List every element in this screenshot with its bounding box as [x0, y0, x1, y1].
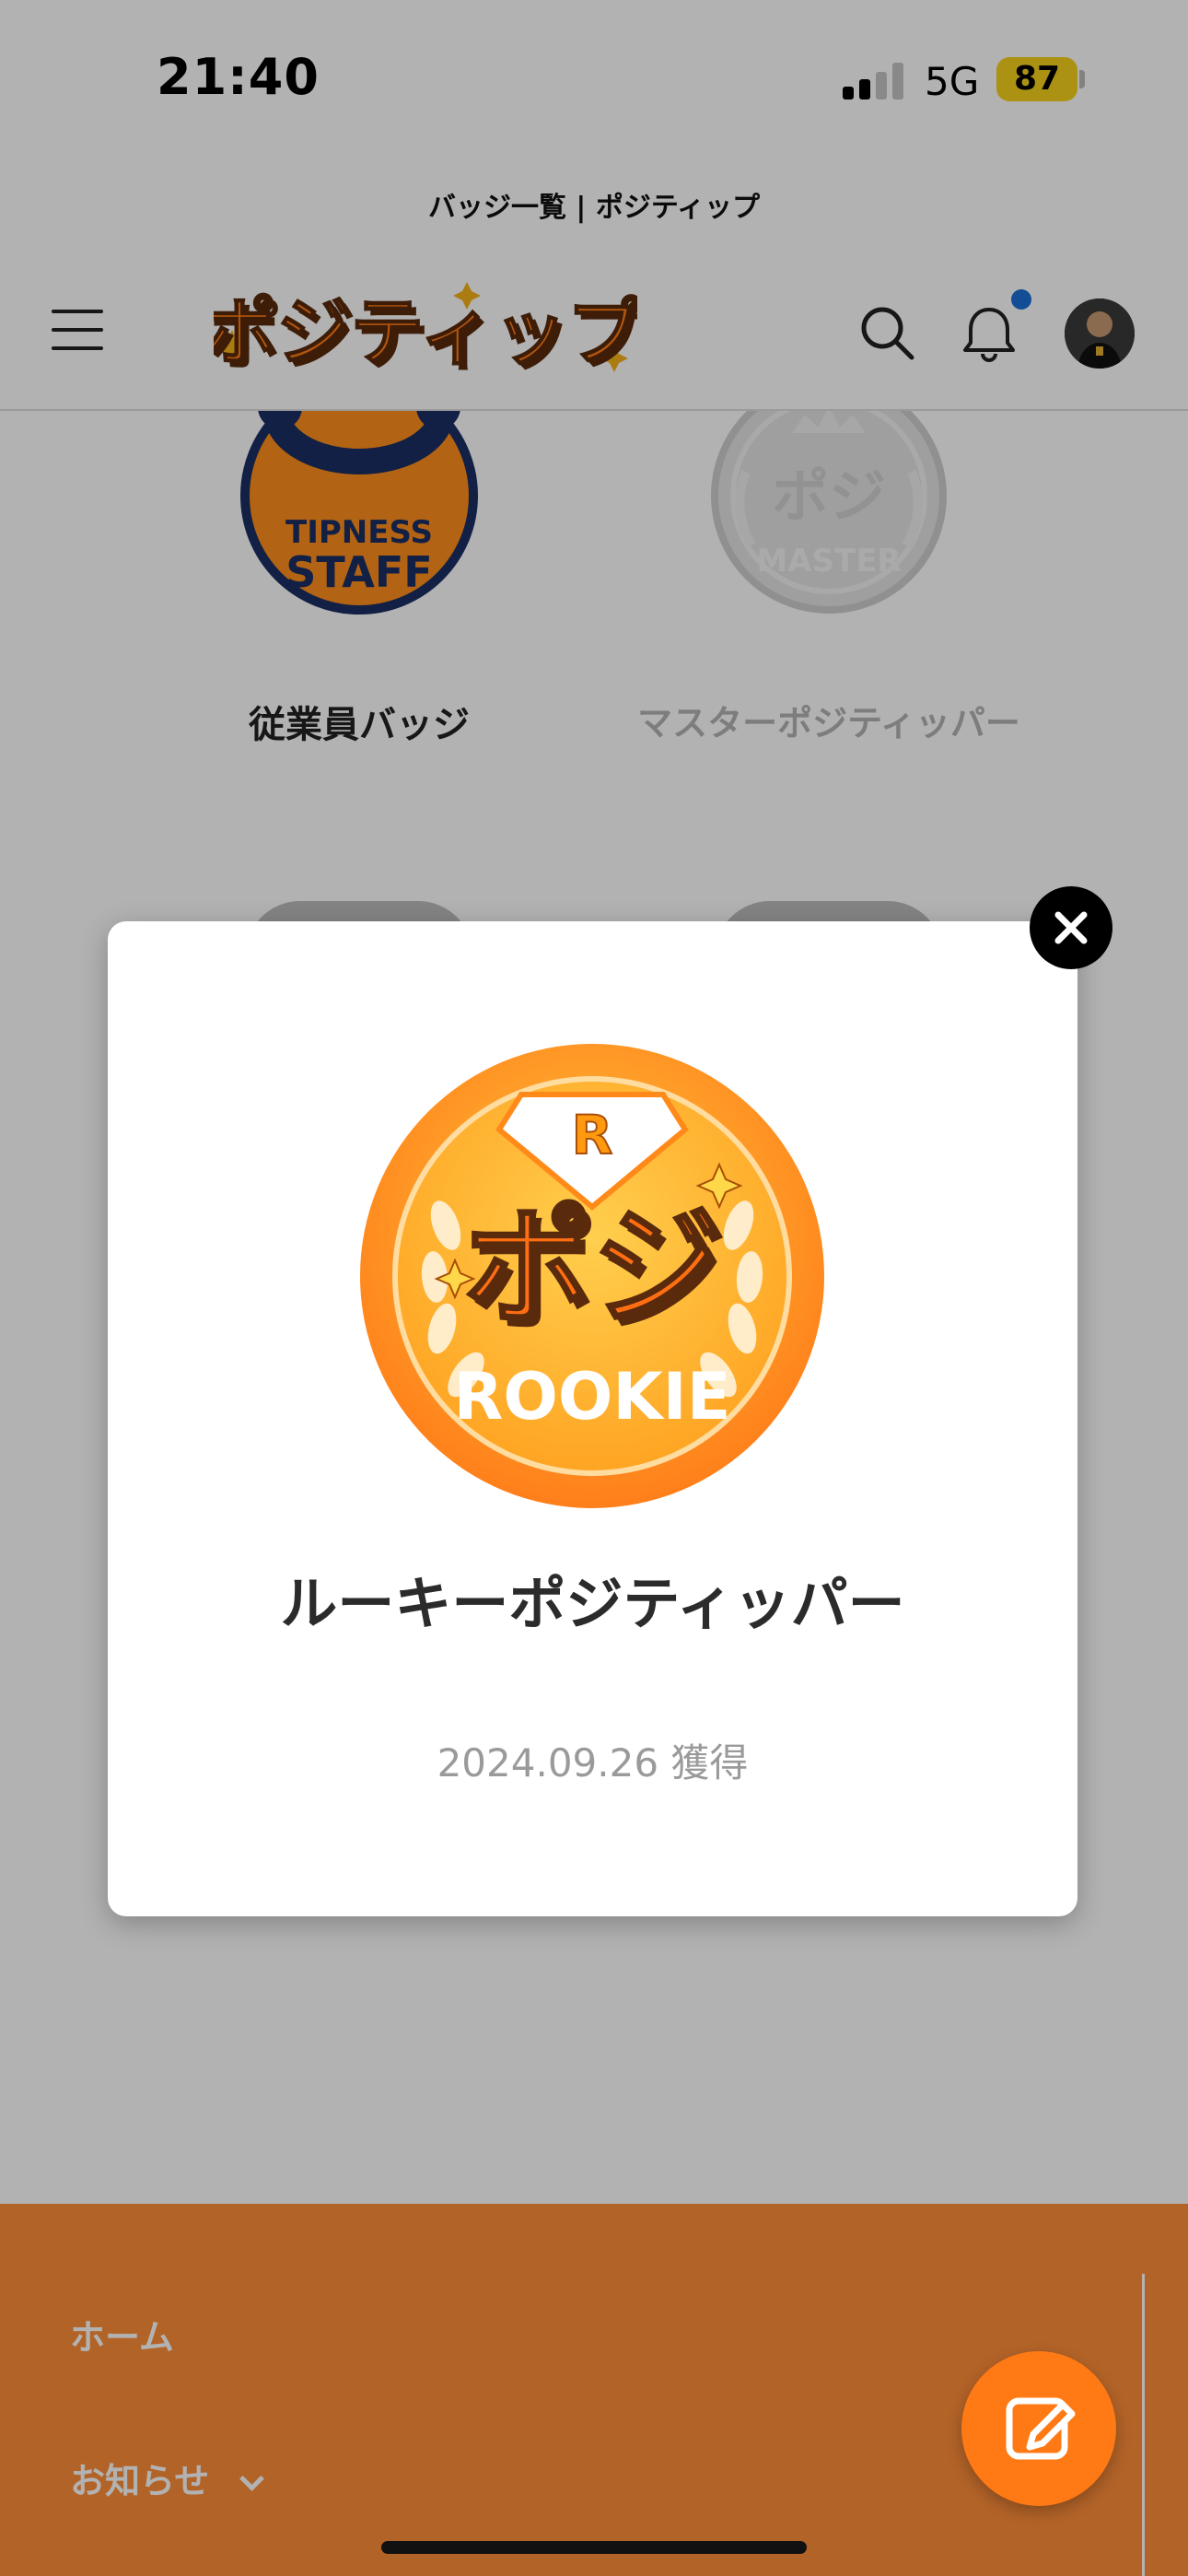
badge-title: ルーキーポジティッパー — [280, 1570, 905, 1637]
rookie-badge-text: ROOKIE — [453, 1359, 730, 1434]
edit-icon — [1006, 2397, 1076, 2460]
close-icon — [1054, 911, 1088, 944]
badge-earned-date: 2024.09.26 獲得 — [437, 1740, 749, 1786]
new-post-button[interactable] — [961, 2351, 1116, 2506]
close-button[interactable] — [1030, 886, 1112, 969]
badge-detail-modal: R ポジ ポジ ROOKIE ルーキーポジティッパー 2024.09.26 獲得 — [108, 921, 1077, 1916]
rookie-badge-image: R ポジ ポジ ROOKIE — [357, 1041, 827, 1511]
home-indicator[interactable] — [381, 2541, 807, 2554]
rookie-badge-letter: R — [572, 1104, 613, 1166]
rookie-badge-logo: ポジ — [463, 1193, 721, 1343]
